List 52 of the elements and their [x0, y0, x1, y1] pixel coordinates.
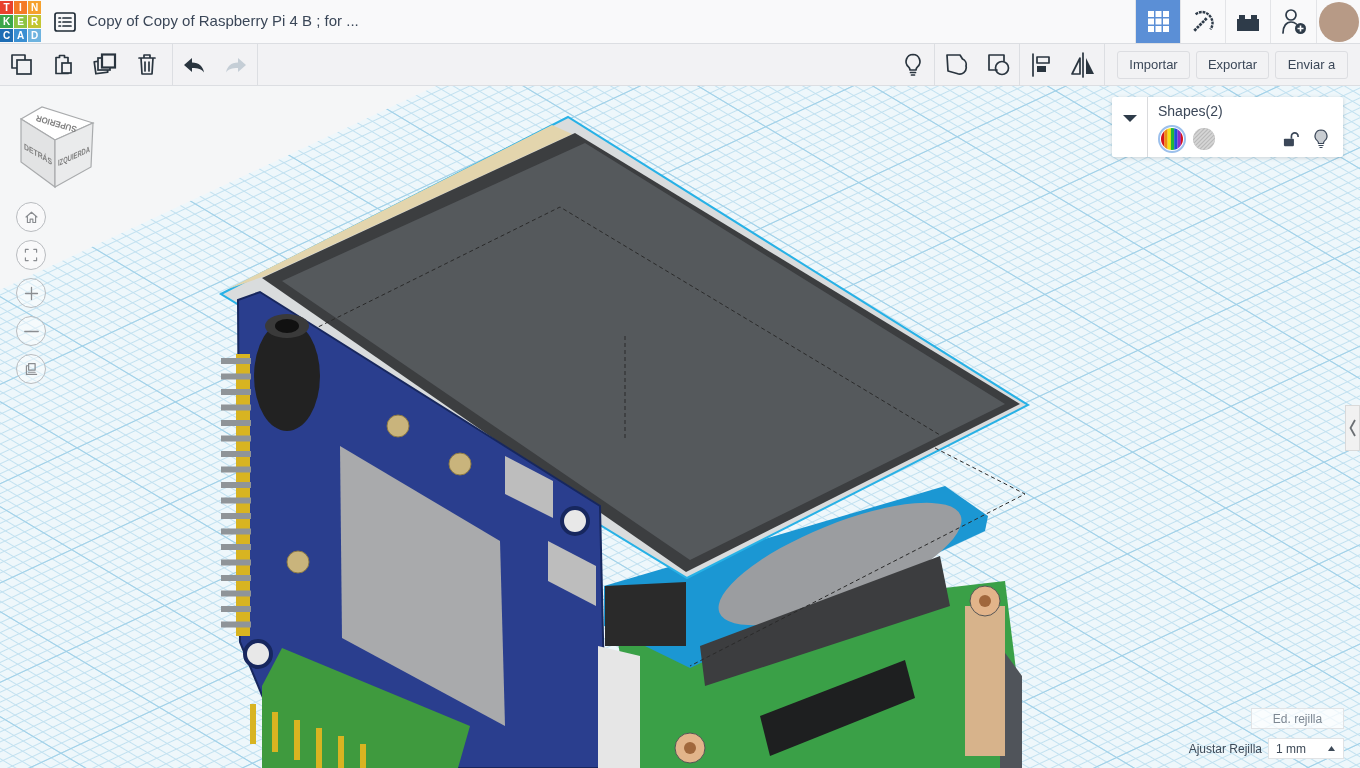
chevron-left-icon: [1349, 419, 1356, 437]
lock-button[interactable]: [1283, 130, 1299, 148]
zoom-in-button[interactable]: [16, 278, 46, 308]
home-icon: [23, 210, 39, 224]
toolbar-button[interactable]: Enviar a: [1275, 50, 1348, 79]
grid-icon: [1147, 11, 1169, 32]
inspector-title: Shapes(2): [1158, 102, 1224, 120]
plus-icon: [23, 285, 39, 301]
logo-tile[interactable]: D: [28, 29, 41, 42]
list-icon: [54, 11, 76, 32]
list-button[interactable]: [53, 9, 77, 34]
logo-tile[interactable]: I: [14, 1, 27, 14]
minus-icon: [23, 329, 39, 333]
ortho-view-icon: [24, 362, 38, 376]
user-add-icon: [1280, 8, 1307, 35]
snap-grid-label: Ajustar Rejilla: [1188, 740, 1262, 758]
mirror-icon: [1070, 51, 1096, 78]
rainbow-swatch-icon: [1161, 128, 1183, 150]
side-panel-tab[interactable]: [1345, 405, 1360, 451]
copy-icon: [9, 53, 33, 76]
fit-button[interactable]: [16, 240, 46, 270]
logo-tile[interactable]: N: [28, 1, 41, 14]
undo-icon: [183, 56, 205, 73]
logo-tile[interactable]: E: [14, 15, 27, 28]
3d-model-drawing[interactable]: [218, 115, 1031, 768]
lightbulb-icon: [903, 52, 923, 77]
logo-tile[interactable]: A: [14, 29, 27, 42]
visibility-button[interactable]: [1313, 129, 1329, 149]
ortho-button[interactable]: [16, 354, 46, 384]
striped-swatch-icon: [1193, 128, 1215, 150]
caret-icon: [1122, 114, 1137, 122]
toolbar-button[interactable]: Exportar: [1196, 50, 1269, 79]
design-title[interactable]: Copy of Copy of Raspberry Pi 4 B ; for ...: [87, 10, 359, 33]
redo-icon: [225, 56, 247, 73]
duplicate-icon: [93, 53, 117, 76]
logo-tile[interactable]: K: [0, 15, 13, 28]
home-button[interactable]: [16, 202, 46, 232]
trash-icon: [137, 53, 157, 76]
clipboard-icon: [53, 53, 73, 76]
toolbar-button[interactable]: Importar: [1117, 50, 1190, 79]
logo-tile[interactable]: C: [0, 29, 13, 42]
snap-grid-select[interactable]: 1 mm: [1268, 738, 1344, 759]
align-left-icon: [1031, 52, 1051, 77]
caret-icon: [1328, 746, 1335, 751]
lightbulb-icon: [1313, 129, 1329, 149]
edit-grid-button[interactable]: Ed. rejilla: [1251, 708, 1344, 729]
fit-view-icon: [24, 248, 38, 262]
solid-swatch[interactable]: [1158, 125, 1186, 153]
square-circle-icon: [986, 53, 1010, 76]
open-lock-icon: [1283, 131, 1299, 147]
logo-tile[interactable]: T: [0, 1, 13, 14]
group-shape-icon: [944, 53, 968, 76]
